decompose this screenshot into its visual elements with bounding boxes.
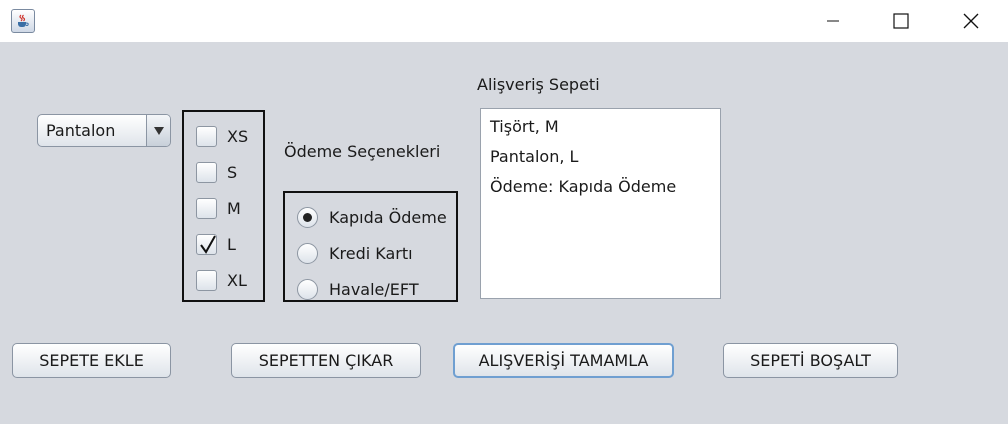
- complete-purchase-button[interactable]: ALIŞVERİŞİ TAMAMLA: [453, 343, 674, 378]
- size-checkbox-xl[interactable]: [196, 269, 217, 291]
- maximize-button[interactable]: [866, 0, 936, 42]
- payment-radio-cash-on-delivery[interactable]: [297, 206, 318, 228]
- payment-option-label: Kapıda Ödeme: [329, 207, 447, 227]
- cart-list[interactable]: Tişört, M Pantalon, L Ödeme: Kapıda Ödem…: [480, 108, 721, 299]
- minimize-button[interactable]: [798, 0, 868, 42]
- size-label: L: [227, 234, 236, 254]
- size-label: XL: [227, 270, 247, 290]
- size-option-s[interactable]: S: [196, 159, 237, 185]
- clear-cart-button[interactable]: SEPETİ BOŞALT: [723, 343, 898, 378]
- remove-from-cart-button[interactable]: SEPETTEN ÇIKAR: [231, 343, 421, 378]
- payment-option-bank-transfer[interactable]: Havale/EFT: [297, 276, 419, 302]
- combo-arrow-button[interactable]: [146, 115, 170, 146]
- checkmark-icon: [200, 235, 216, 254]
- size-checkbox-xs[interactable]: [196, 125, 217, 147]
- size-label: XS: [227, 126, 249, 146]
- close-icon: [963, 13, 979, 29]
- size-option-l[interactable]: L: [196, 231, 236, 257]
- size-checkbox-l[interactable]: [196, 233, 217, 255]
- size-option-xs[interactable]: XS: [196, 123, 248, 149]
- chevron-down-icon: [153, 126, 164, 135]
- size-label: M: [227, 198, 241, 218]
- close-button[interactable]: [936, 0, 1006, 42]
- size-option-m[interactable]: M: [196, 195, 241, 221]
- minimize-icon: [827, 20, 839, 22]
- product-combo-value: Pantalon: [46, 121, 116, 140]
- radio-selected-dot: [303, 212, 312, 222]
- size-checkbox-m[interactable]: [196, 197, 217, 219]
- cart-title: Alişveriş Sepeti: [477, 75, 600, 94]
- payment-option-credit-card[interactable]: Kredi Kartı: [297, 240, 413, 266]
- maximize-icon: [893, 13, 909, 29]
- payment-options-title: Ödeme Seçenekleri: [284, 142, 441, 161]
- payment-radio-credit-card[interactable]: [297, 242, 318, 264]
- size-checkbox-s[interactable]: [196, 161, 217, 183]
- payment-panel: Kapıda Ödeme Kredi Kartı Havale/EFT: [283, 191, 458, 302]
- size-panel: XS S M L XL: [182, 110, 265, 302]
- cart-item[interactable]: Ödeme: Kapıda Ödeme: [490, 176, 711, 206]
- payment-option-label: Havale/EFT: [329, 279, 419, 299]
- payment-option-cash-on-delivery[interactable]: Kapıda Ödeme: [297, 204, 447, 230]
- size-label: S: [227, 162, 238, 182]
- payment-radio-bank-transfer[interactable]: [297, 278, 318, 300]
- payment-option-label: Kredi Kartı: [329, 243, 413, 263]
- cart-item[interactable]: Tişört, M: [490, 116, 711, 146]
- add-to-cart-button[interactable]: SEPETE EKLE: [12, 343, 171, 378]
- size-option-xl[interactable]: XL: [196, 267, 247, 293]
- product-combo-box[interactable]: Pantalon: [37, 114, 171, 147]
- java-cup-icon[interactable]: [11, 9, 35, 33]
- title-bar: [0, 0, 1008, 42]
- cart-item[interactable]: Pantalon, L: [490, 146, 711, 176]
